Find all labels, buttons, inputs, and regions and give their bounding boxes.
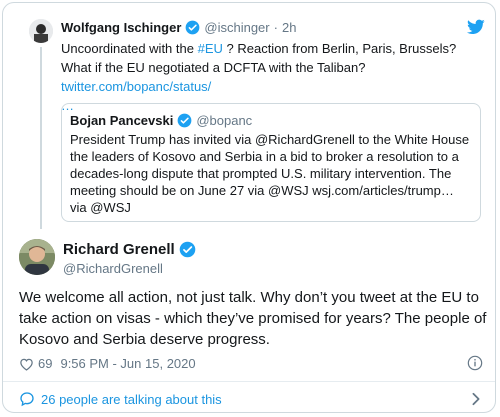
- heart-icon[interactable]: [19, 357, 34, 371]
- main-author: Richard Grenell: [63, 241, 200, 258]
- comment-bubble-icon: [20, 392, 34, 407]
- info-icon[interactable]: [467, 355, 483, 371]
- conversation-count[interactable]: 26 people are talking about this: [41, 392, 222, 407]
- verified-badge-icon: [177, 113, 192, 128]
- thread-line: [40, 47, 42, 229]
- parent-text-part: Uncoordinated with the: [61, 41, 198, 56]
- like-count[interactable]: 69: [38, 356, 52, 371]
- tweet-timestamp[interactable]: 9:56 PM - Jun 15, 2020: [60, 356, 195, 371]
- hashtag-link[interactable]: #EU: [198, 41, 223, 56]
- parent-author-name[interactable]: Wolfgang Ischinger: [61, 20, 181, 35]
- twitter-bird-icon[interactable]: [467, 19, 485, 35]
- embedded-tweet-card: Wolfgang Ischinger @ischinger · 2h Uncoo…: [2, 2, 496, 413]
- status-link[interactable]: twitter.com/bopanc/status/: [61, 79, 211, 94]
- divider: [3, 381, 495, 382]
- quoted-tweet[interactable]: Bojan Pancevski @bopanc President Trump …: [61, 103, 481, 222]
- parent-header: Wolfgang Ischinger @ischinger · 2h: [61, 20, 296, 35]
- main-author-name[interactable]: Richard Grenell: [63, 241, 175, 258]
- verified-badge-icon: [186, 20, 200, 35]
- main-tweet-text: We welcome all action, not just talk. Wh…: [19, 289, 487, 348]
- quoted-tweet-text: President Trump has invited via @Richard…: [70, 132, 470, 215]
- quoted-tweet-header: Bojan Pancevski @bopanc: [70, 113, 252, 128]
- parent-timestamp[interactable]: 2h: [282, 20, 296, 35]
- avatar-main[interactable]: [19, 239, 55, 275]
- separator-dot: ·: [273, 20, 278, 35]
- verified-badge-icon: [179, 241, 195, 258]
- quoted-author-name: Bojan Pancevski: [70, 113, 174, 128]
- chevron-right-icon[interactable]: [471, 392, 481, 406]
- quoted-handle: @bopanc: [196, 113, 253, 128]
- tweet-meta: 69 9:56 PM - Jun 15, 2020: [19, 356, 196, 371]
- avatar-parent[interactable]: [29, 19, 53, 43]
- conversation-link[interactable]: 26 people are talking about this: [19, 391, 222, 407]
- main-handle[interactable]: @RichardGrenell: [63, 261, 163, 276]
- parent-handle[interactable]: @ischinger: [204, 20, 269, 35]
